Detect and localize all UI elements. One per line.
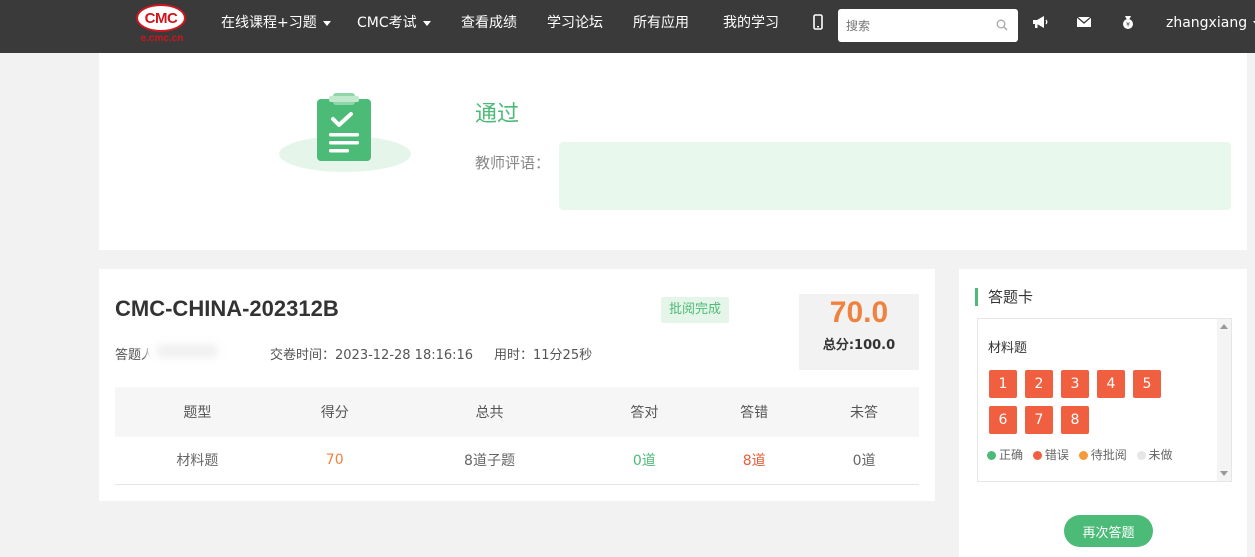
retry-exam-button[interactable]: 再次答题: [1064, 515, 1153, 547]
exam-summary-card: CMC-CHINA-202312B 批阅完成 答题人 交卷时间：2023-12-…: [99, 269, 935, 501]
legend-label: 未做: [1148, 448, 1173, 462]
header-total: 总共: [389, 387, 590, 437]
teacher-comment-box: [559, 142, 1231, 210]
cell-total: 8道子题: [389, 437, 590, 485]
table-row: 材料题 70 8道子题 0道 8道 0道: [115, 437, 919, 485]
nav-forum[interactable]: 学习论坛: [547, 0, 603, 53]
header-question-type: 题型: [115, 387, 280, 437]
question-button-5[interactable]: 5: [1133, 370, 1161, 398]
question-button-6[interactable]: 6: [989, 406, 1017, 434]
status-badge: 批阅完成: [661, 297, 730, 323]
clipboard-check-icon: [317, 93, 371, 161]
money-bag-icon[interactable]: ¥: [1119, 13, 1137, 31]
question-button-1[interactable]: 1: [989, 370, 1017, 398]
legend-correct: 正确: [987, 446, 1023, 463]
cell-wrong: 8道: [699, 437, 810, 485]
teacher-comment-label: 教师评语：: [475, 154, 551, 172]
legend-dot: [1078, 451, 1088, 460]
exam-title: CMC-CHINA-202312B: [115, 296, 339, 321]
header-correct: 答对: [589, 387, 700, 437]
score-box: 70.0 总分:100.0: [799, 294, 919, 370]
nav-my-learning[interactable]: 我的学习: [723, 0, 779, 53]
result-card: 通过 教师评语：: [99, 53, 1247, 250]
result-status: 通过: [475, 102, 520, 127]
legend-label: 错误: [1044, 448, 1069, 462]
megaphone-icon[interactable]: [1031, 13, 1049, 31]
submit-time: 交卷时间：2023-12-28 18:16:16: [270, 348, 474, 363]
question-button-4[interactable]: 4: [1097, 370, 1125, 398]
table-header-row: 题型 得分 总共 答对 答错 未答: [115, 387, 919, 437]
question-button-7[interactable]: 7: [1025, 406, 1053, 434]
answer-sheet-card: 答题卡 材料题 1 2 3 4 5 6 7 8 正确 错误 待批阅 未做 再次答…: [959, 269, 1247, 557]
answer-sheet-title: 答题卡: [975, 288, 1033, 306]
mail-icon[interactable]: [1075, 13, 1093, 31]
cell-correct: 0道: [589, 437, 700, 485]
logo-mark: CMC: [136, 4, 186, 32]
legend-dot: [1032, 451, 1042, 460]
duration: 用时：11分25秒: [494, 348, 593, 363]
svg-text:¥: ¥: [1126, 22, 1130, 29]
top-nav-bar: CMC e.cmc.cn 在线课程+习题 CMC考试 查看成绩 学习论坛 所有应…: [0, 0, 1255, 53]
user-menu[interactable]: zhangxiang: [1166, 0, 1255, 53]
question-button-3[interactable]: 3: [1061, 370, 1089, 398]
nav-all-apps[interactable]: 所有应用: [633, 0, 689, 53]
nav-online-courses[interactable]: 在线课程+习题: [221, 0, 331, 53]
question-button-8[interactable]: 8: [1061, 406, 1089, 434]
answer-sheet-scrollbar[interactable]: [1217, 319, 1231, 481]
nav-view-scores[interactable]: 查看成绩: [461, 0, 517, 53]
score-total: 总分:100.0: [822, 338, 896, 353]
answer-sheet-panel: 材料题 1 2 3 4 5 6 7 8 正确 错误 待批阅 未做: [977, 318, 1232, 482]
scroll-down-arrow-icon[interactable]: [1220, 471, 1228, 476]
cell-question-type: 材料题: [115, 437, 280, 485]
cell-score: 70: [279, 437, 390, 485]
legend-dot: [1136, 451, 1146, 460]
search-icon[interactable]: [996, 19, 1008, 31]
answer-legend: 正确 错误 待批阅 未做: [987, 446, 1179, 463]
header-score: 得分: [279, 387, 390, 437]
logo-domain: e.cmc.cn: [140, 33, 184, 44]
legend-undone: 未做: [1136, 446, 1173, 463]
mobile-icon[interactable]: [809, 13, 827, 31]
legend-wrong: 错误: [1032, 446, 1069, 463]
caret-down-icon: [322, 20, 331, 26]
legend-pending: 待批阅: [1078, 446, 1127, 463]
question-button-2[interactable]: 2: [1025, 370, 1053, 398]
search-box: [838, 9, 1018, 42]
nav-cmc-exam-label: CMC考试: [357, 15, 417, 31]
score-value: 70.0: [829, 296, 889, 329]
search-input[interactable]: [838, 9, 988, 42]
username-label: zhangxiang: [1166, 15, 1248, 31]
header-wrong: 答错: [699, 387, 810, 437]
nav-cmc-exam[interactable]: CMC考试: [357, 0, 431, 53]
scroll-up-arrow-icon[interactable]: [1220, 324, 1228, 329]
legend-label: 正确: [999, 448, 1024, 462]
legend-dot: [987, 451, 996, 460]
cmc-logo[interactable]: CMC e.cmc.cn: [136, 4, 188, 46]
stats-table: 题型 得分 总共 答对 答错 未答 材料题 70 8道子题 0道 8道 0道: [115, 387, 919, 485]
header-unanswered: 未答: [809, 387, 919, 437]
caret-down-icon: [422, 20, 431, 26]
legend-label: 待批阅: [1090, 448, 1127, 462]
section-label: 材料题: [988, 341, 1028, 356]
redacted-name: [147, 339, 229, 363]
cell-unanswered: 0道: [809, 437, 919, 485]
nav-online-courses-label: 在线课程+习题: [221, 15, 317, 31]
